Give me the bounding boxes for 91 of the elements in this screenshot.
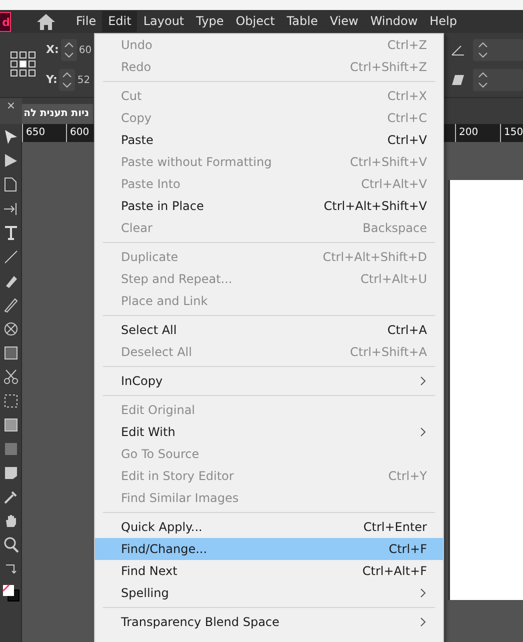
shortcut-label: Ctrl+Y [388,468,427,485]
app-logo: d [0,12,11,32]
zoom-icon[interactable] [2,536,20,554]
option-label: Spelling [121,585,169,602]
ruler-label: 650 [22,124,66,142]
chevron-right-icon[interactable] [419,427,427,437]
menu-option[interactable]: InCopy [95,370,443,392]
option-label: InCopy [121,373,163,390]
option-label: Duplicate [121,249,178,266]
option-label: Paste without Formatting [121,154,272,171]
ruler-label: 200 [455,124,500,142]
shear-icon[interactable] [451,74,465,86]
menu-item[interactable]: File [70,11,102,32]
menu-item[interactable]: Window [364,11,424,32]
shortcut-label: Ctrl+Shift+Z [350,59,427,76]
menu-item[interactable]: Help [424,11,463,32]
shortcut-label: Backspace [362,220,427,237]
transform-icon[interactable] [2,392,20,410]
shortcut-label: Ctrl+Z [387,37,427,54]
menu-option[interactable]: Paste in Place Ctrl+Alt+Shift+V [95,195,443,217]
angle-icon[interactable] [451,44,465,56]
chevron-right-icon[interactable] [419,376,427,386]
menu-item[interactable]: Table [280,11,324,32]
option-label: Deselect All [121,344,192,361]
option-label: Find Next [121,563,178,580]
stepper-icon[interactable] [60,39,77,61]
shortcut-label: Ctrl+Alt+V [361,176,427,193]
option-label: Clear [121,220,152,237]
menu-item[interactable]: Object [230,11,281,32]
close-icon[interactable]: × [0,98,22,124]
option-label: Step and Repeat... [121,271,232,288]
shortcut-label: Ctrl+Shift+V [350,154,427,171]
reference-point-icon[interactable] [10,51,38,79]
shortcut-label: Ctrl+V [387,132,427,149]
option-label: Redo [121,59,152,76]
menu-item[interactable]: Type [190,11,230,32]
shortcut-label: Ctrl+F [388,541,427,558]
stepper-icon[interactable] [473,39,523,61]
menu-option[interactable]: Find Next Ctrl+Alt+F [95,560,443,582]
option-label: Paste in Place [121,198,204,215]
fill-stroke-icon[interactable] [2,584,20,602]
chevron-right-icon[interactable] [419,588,427,598]
menu-option[interactable]: Quick Apply... Ctrl+Enter [95,516,443,538]
option-label: Quick Apply... [121,519,202,536]
shortcut-label: Ctrl+Alt+Shift+D [322,249,427,266]
menu-option[interactable]: Edit With [95,421,443,443]
option-label: Cut [121,88,142,105]
shortcut-label: Ctrl+Alt+U [360,271,427,288]
option-label: Edit Original [121,402,196,419]
option-label: Paste Into [121,176,180,193]
document-tab[interactable]: ניות תענית לה [22,104,93,124]
field-value[interactable]: 52 [77,72,90,88]
home-icon[interactable] [36,12,56,30]
shortcut-label: Ctrl+C [387,110,427,127]
stepper-icon[interactable] [59,69,76,91]
menu-item[interactable]: View [324,11,364,32]
option-label: Find/Change... [121,541,208,558]
chevron-right-icon[interactable] [419,617,427,627]
shortcut-label: Ctrl+X [387,88,427,105]
option-label: Copy [121,110,152,127]
option-label: Undo [121,37,152,54]
field-value[interactable]: 60 [78,42,92,58]
menu-option[interactable]: Spelling [95,582,443,604]
menu-item[interactable]: Layout [137,11,190,32]
option-label: Find Similar Images [121,490,239,507]
option-label: Edit With [121,424,176,441]
menu-option[interactable]: Find/Change... Ctrl+F [95,538,443,560]
shortcut-label: Ctrl+A [387,322,427,339]
page-icon[interactable] [2,176,20,194]
field-label: X: [46,42,59,58]
rectangle-icon[interactable] [2,344,20,362]
ruler-label: 150 [500,124,523,142]
option-label: Place and Link [121,293,208,310]
shortcut-label: Ctrl+Shift+A [350,344,427,361]
option-label: Transparency Blend Space [121,614,280,631]
option-label: Paste [121,132,154,149]
menu-option[interactable]: Select All Ctrl+A [95,319,443,341]
field-label: Y: [46,72,58,88]
pencil-icon[interactable] [2,296,20,314]
shortcut-label: Ctrl+Enter [363,519,427,536]
scissors-icon[interactable] [2,368,20,386]
menu-option[interactable]: Transparency Blend Space [95,611,443,633]
stepper-icon[interactable] [473,69,523,91]
shortcut-label: Ctrl+Alt+F [362,563,427,580]
shortcut-label: Ctrl+Alt+Shift+V [324,198,427,215]
option-label: Go To Source [121,446,200,463]
gap-icon[interactable] [2,200,20,218]
menu-item[interactable]: Edit [102,11,138,32]
option-label: Select All [121,322,177,339]
frame-icon[interactable] [2,320,20,338]
option-label: Edit in Story Editor [121,468,234,485]
